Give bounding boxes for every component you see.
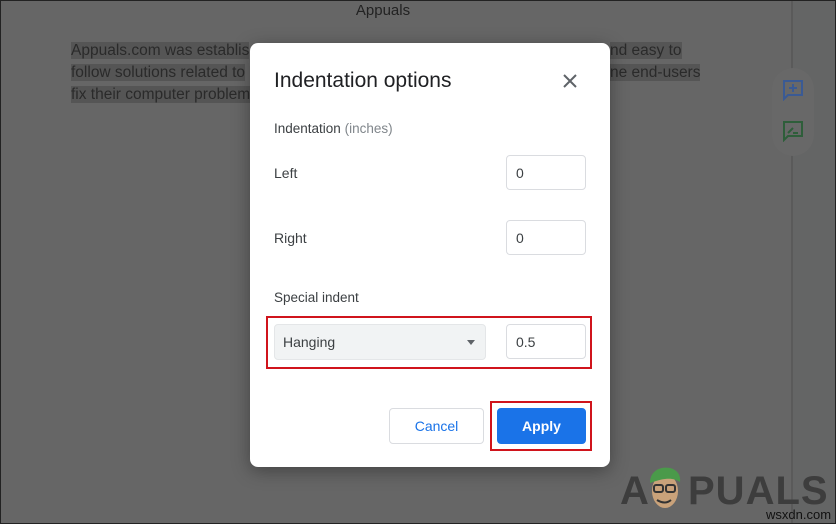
paragraph-line: ne end-users [610,64,701,81]
special-indent-select[interactable]: Hanging [274,324,486,360]
mascot-icon [650,467,681,508]
left-indent-input[interactable] [506,155,586,190]
watermark: wsxdn.com [766,507,832,522]
paragraph-line: follow solutions related to [71,64,246,81]
right-indent-input[interactable] [506,220,586,255]
add-comment-icon[interactable] [782,79,804,102]
document-title: Appuals [355,2,411,19]
close-button[interactable] [560,71,580,91]
paragraph-line: fix their computer problem [71,86,251,103]
special-indent-input[interactable] [506,324,586,359]
special-indent-label: Special indent [274,290,359,305]
suggest-edit-icon[interactable] [782,120,804,143]
dialog-title: Indentation options [274,69,452,92]
section-unit: (inches) [344,121,393,136]
dropdown-arrow-icon [467,340,475,345]
left-label: Left [274,165,298,181]
indentation-section-label: Indentation (inches) [274,121,393,136]
indentation-dialog: Indentation options Indentation (inches)… [250,43,610,467]
paragraph-line: nd easy to [610,42,682,59]
paragraph-line: Appuals.com was establis [71,42,250,59]
select-value: Hanging [283,334,336,350]
close-icon [563,74,577,88]
right-label: Right [274,230,307,246]
section-label: Indentation [274,121,341,136]
paragraph-right-fragment: nd easy to ne end-users [610,40,701,84]
apply-button[interactable]: Apply [497,408,586,444]
side-actions [772,68,814,156]
cancel-button[interactable]: Cancel [389,408,484,444]
